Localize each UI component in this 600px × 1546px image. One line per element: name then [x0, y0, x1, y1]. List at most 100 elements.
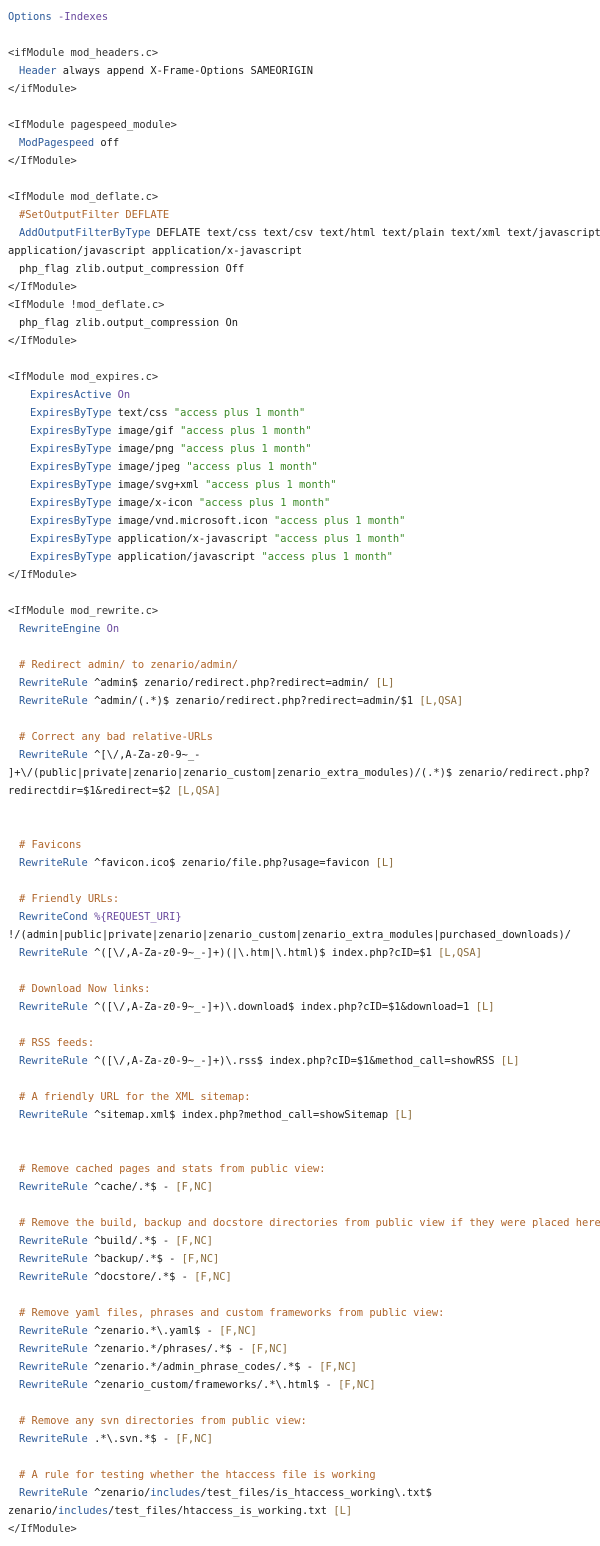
code-line: ExpiresByType image/vnd.microsoft.icon "… [8, 512, 598, 530]
code-line: RewriteRule ^([\/,A-Za-z0-9~_-]+)(|\.htm… [8, 944, 598, 962]
comment-token: # Download Now links: [19, 983, 151, 995]
module-tag-token: </IfModule> [8, 335, 77, 347]
directive-token: RewriteRule [19, 1001, 88, 1013]
code-line: # Friendly URLs: [8, 890, 598, 908]
value-token: .*\.svn.*$ - [87, 1433, 176, 1445]
directive-token: ExpiresByType [30, 425, 112, 437]
code-line: application/javascript application/x-jav… [8, 242, 598, 260]
directive-token: ExpiresByType [30, 533, 112, 545]
flag-token: [L] [394, 1109, 414, 1121]
code-line: Options -Indexes [8, 8, 598, 26]
comment-token: # Correct any bad relative-URLs [19, 731, 213, 743]
value-token: ^zenario/ [87, 1487, 151, 1499]
string-token: "access plus 1 month" [186, 461, 318, 473]
directive-token: RewriteRule [19, 1433, 88, 1445]
code-line: # Remove yaml files, phrases and custom … [8, 1304, 598, 1322]
comment-token: # A rule for testing whether the htacces… [19, 1469, 376, 1481]
code-line: RewriteRule ^backup/.*$ - [F,NC] [8, 1250, 598, 1268]
code-line: RewriteRule ^zenario.*/phrases/.*$ - [F,… [8, 1340, 598, 1358]
code-line: # Favicons [8, 836, 598, 854]
value-token: DEFLATE text/css text/csv text/html text… [150, 227, 600, 239]
code-line: # Correct any bad relative-URLs [8, 728, 598, 746]
code-line: # A rule for testing whether the htacces… [8, 1466, 598, 1484]
directive-token: RewriteRule [19, 1343, 88, 1355]
code-line: ExpiresByType application/x-javascript "… [8, 530, 598, 548]
code-line: ExpiresByType image/gif "access plus 1 m… [8, 422, 598, 440]
code-line: ExpiresByType application/javascript "ac… [8, 548, 598, 566]
value-token: ^build/.*$ - [87, 1235, 176, 1247]
comment-token: # Friendly URLs: [19, 893, 120, 905]
code-line: # Remove cached pages and stats from pub… [8, 1160, 598, 1178]
string-token: "access plus 1 month" [273, 533, 406, 545]
flag-token: [F,NC] [175, 1433, 213, 1445]
code-line: </IfModule> [8, 278, 598, 296]
directive-token: RewriteRule [19, 857, 88, 869]
comment-token: # Redirect admin/ to zenario/admin/ [19, 659, 238, 671]
comment-token: # Remove the build, backup and docstore … [19, 1217, 600, 1229]
value-token: /test_files/htaccess_is_working.txt [108, 1505, 334, 1517]
keyword-token: On [100, 623, 120, 635]
flag-token: [F,NC] [319, 1361, 357, 1373]
code-line: <IfModule mod_expires.c> [8, 368, 598, 386]
code-line: # Redirect admin/ to zenario/admin/ [8, 656, 598, 674]
string-token: "access plus 1 month" [180, 443, 312, 455]
value-token: ^zenario.*/admin_phrase_codes/.*$ - [87, 1361, 320, 1373]
directive-token: includes [58, 1505, 109, 1517]
code-line: </IfModule> [8, 152, 598, 170]
directive-token: RewriteRule [19, 1109, 88, 1121]
code-line: RewriteRule ^sitemap.xml$ index.php?meth… [8, 1106, 598, 1124]
value-token: ^([\/,A-Za-z0-9~_-]+)\.rss$ index.php?cI… [87, 1055, 501, 1067]
code-line: <ifModule mod_headers.c> [8, 44, 598, 62]
flag-token: [L] [500, 1055, 520, 1067]
value-token: ^docstore/.*$ - [87, 1271, 195, 1283]
directive-token: RewriteRule [19, 1055, 88, 1067]
comment-token: # Remove any svn directories from public… [19, 1415, 307, 1427]
directive-token: ExpiresByType [30, 551, 112, 563]
code-line: RewriteRule ^build/.*$ - [F,NC] [8, 1232, 598, 1250]
code-line: </IfModule> [8, 566, 598, 584]
module-tag-token: <IfModule !mod_deflate.c> [8, 299, 165, 311]
flag-token: [L,QSA] [438, 947, 482, 959]
value-token: ^admin$ zenario/redirect.php?redirect=ad… [87, 677, 376, 689]
value-token: ^cache/.*$ - [87, 1181, 176, 1193]
code-line: RewriteRule .*\.svn.*$ - [F,NC] [8, 1430, 598, 1448]
string-token: "access plus 1 month" [205, 479, 337, 491]
module-tag-token: </IfModule> [8, 281, 77, 293]
code-line: RewriteRule ^admin$ zenario/redirect.php… [8, 674, 598, 692]
code-line: RewriteRule ^admin/(.*)$ zenario/redirec… [8, 692, 598, 710]
flag-token: [L,QSA] [176, 785, 221, 797]
code-line: php_flag zlib.output_compression On [8, 314, 598, 332]
value-token: ^admin/(.*)$ zenario/redirect.php?redire… [87, 695, 420, 707]
directive-token: ExpiresByType [30, 515, 112, 527]
code-line: <IfModule mod_rewrite.c> [8, 602, 598, 620]
value-token: ^[\/,A-Za-z0-9~_- [87, 749, 201, 761]
code-line: RewriteRule ^zenario.*\.yaml$ - [F,NC] [8, 1322, 598, 1340]
flag-token: [L] [475, 1001, 495, 1013]
code-line: </IfModule> [8, 332, 598, 350]
htaccess-code-listing: Options -Indexes <ifModule mod_headers.c>… [8, 8, 600, 1538]
value-token: image/jpeg [111, 461, 187, 473]
flag-token: [F,NC] [175, 1181, 213, 1193]
value-token: redirectdir=$1&redirect=$2 [8, 785, 177, 797]
module-tag-token: <IfModule pagespeed_module> [8, 119, 177, 131]
code-line: #SetOutputFilter DEFLATE [8, 206, 598, 224]
directive-token: RewriteRule [19, 947, 88, 959]
code-line: ExpiresByType text/css "access plus 1 mo… [8, 404, 598, 422]
comment-token: # A friendly URL for the XML sitemap: [19, 1091, 251, 1103]
value-token: text/css [111, 407, 174, 419]
directive-token: ExpiresActive [30, 389, 112, 401]
value-token: image/gif [111, 425, 181, 437]
flag-token: [L] [333, 1505, 353, 1517]
value-token: ^([\/,A-Za-z0-9~_-]+)(|\.htm|\.html)$ in… [87, 947, 439, 959]
directive-token: ExpiresByType [30, 407, 112, 419]
code-line: ExpiresActive On [8, 386, 598, 404]
module-tag-token: </IfModule> [8, 1523, 77, 1535]
comment-token: # Remove yaml files, phrases and custom … [19, 1307, 445, 1319]
